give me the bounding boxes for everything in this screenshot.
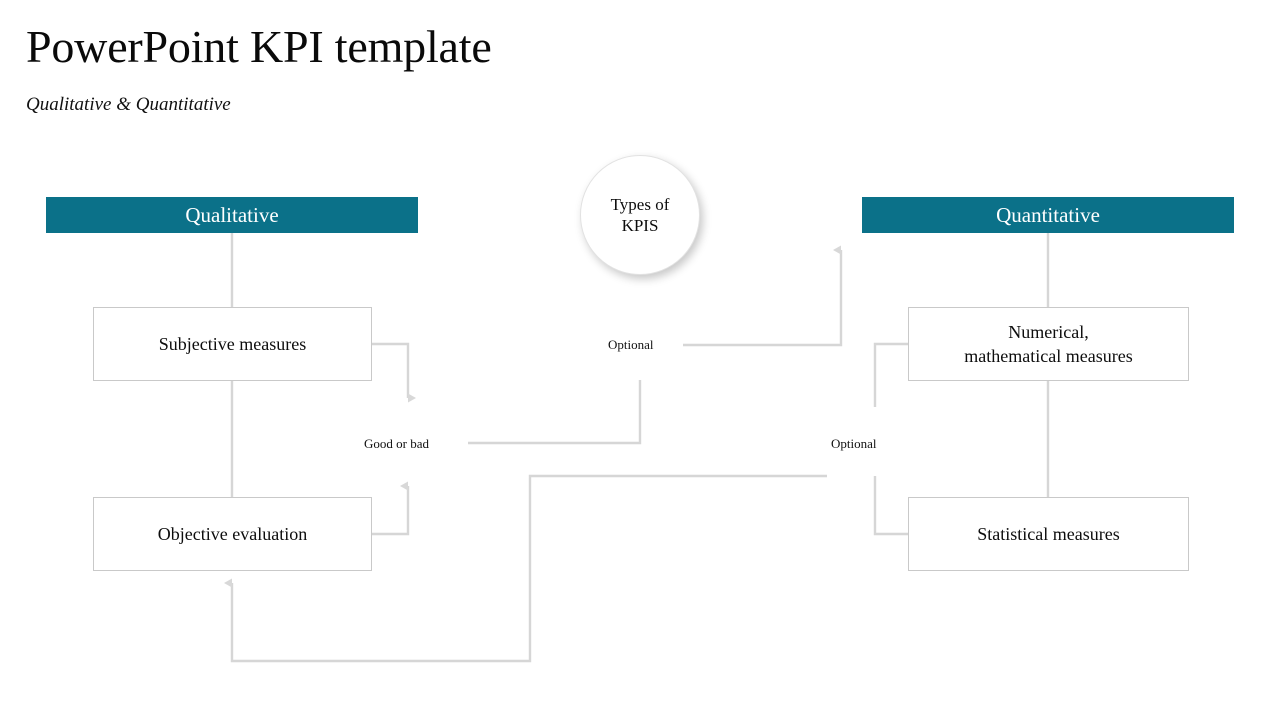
center-node-label-line2: KPIS [621,216,659,235]
banner-qualitative[interactable]: Qualitative [46,197,418,233]
node-objective-evaluation[interactable]: Objective evaluation [93,497,372,571]
banner-quantitative[interactable]: Quantitative [862,197,1234,233]
node-numerical-measures-label-line2: mathematical measures [964,346,1133,366]
slide-canvas: PowerPoint KPI template Qualitative & Qu… [0,0,1280,720]
edge-label-optional-right: Optional [831,436,877,451]
node-statistical-measures[interactable]: Statistical measures [908,497,1189,571]
node-numerical-measures-label-line1: Numerical, [1008,321,1089,342]
node-subjective-measures[interactable]: Subjective measures [93,307,372,381]
connector-optional-top-arrow [683,245,843,347]
center-node-types-of-kpis[interactable]: Types of KPIS [580,155,700,275]
connector-subjective-down-arrow [372,342,416,403]
node-subjective-measures-label: Subjective measures [158,333,307,354]
connector-numerical-left-elbow [873,342,908,407]
center-node-label: Types of KPIS [611,194,670,237]
node-numerical-measures-label: Numerical, mathematical measures [964,320,1132,369]
page-subtitle: Qualitative & Quantitative [26,94,231,115]
node-objective-evaluation-label: Objective evaluation [157,523,308,544]
connector-objective-up-arrow [372,481,410,536]
node-numerical-measures[interactable]: Numerical, mathematical measures [908,307,1189,381]
edge-label-optional-top: Optional [608,337,654,352]
edge-label-good-or-bad: Good or bad [364,436,429,451]
node-statistical-measures-label: Statistical measures [977,523,1120,544]
connector-optional-right-elbow [873,476,908,536]
connector-center-to-good-or-bad [468,380,642,445]
page-title: PowerPoint KPI template [26,21,492,72]
center-node-label-line1: Types of [610,194,670,214]
